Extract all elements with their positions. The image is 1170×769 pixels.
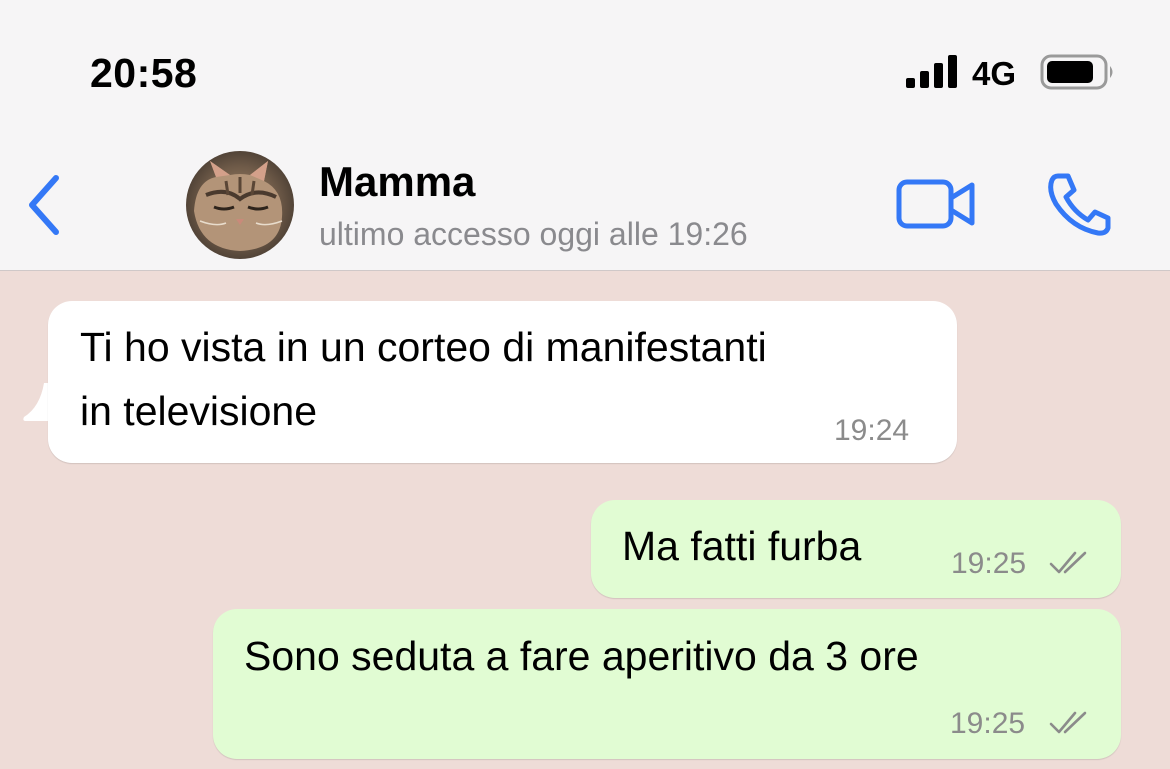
message-timestamp: 19:25 <box>950 707 1026 740</box>
video-camera-icon[interactable] <box>896 176 978 232</box>
status-bar: 20:58 4G <box>0 0 1170 140</box>
battery-icon <box>1040 54 1113 90</box>
cat-avatar-image <box>186 151 294 259</box>
double-check-icon <box>1049 551 1087 574</box>
contact-name[interactable]: Mamma <box>319 158 475 206</box>
network-type: 4G <box>972 55 1017 92</box>
message-bubble-outgoing[interactable]: Ma fatti furba 19:25 <box>591 500 1121 598</box>
chat-messages-area[interactable]: Ti ho vista in un corteo di manifestanti… <box>0 271 1170 769</box>
message-text-line: Sono seduta a fare aperitivo da 3 ore <box>244 633 919 679</box>
chevron-left-icon[interactable] <box>20 170 70 240</box>
message-text-line: in televisione <box>80 388 318 434</box>
double-check-icon <box>1049 711 1087 734</box>
status-time: 20:58 <box>90 50 198 96</box>
message-text-line: Ti ho vista in un corteo di manifestanti <box>80 324 767 370</box>
message-timestamp: 19:25 <box>951 547 1027 580</box>
chat-header: Mamma ultimo accesso oggi alle 19:26 <box>0 140 1170 271</box>
message-bubble-outgoing[interactable]: Sono seduta a fare aperitivo da 3 ore 19… <box>213 609 1121 759</box>
avatar[interactable] <box>186 151 294 259</box>
message-bubble-incoming[interactable]: Ti ho vista in un corteo di manifestanti… <box>48 301 957 463</box>
phone-icon[interactable] <box>1044 170 1114 236</box>
cellular-signal-icon <box>906 55 957 88</box>
message-text-line: Ma fatti furba <box>622 523 862 569</box>
message-timestamp: 19:24 <box>834 414 910 447</box>
last-seen-status: ultimo accesso oggi alle 19:26 <box>319 216 748 252</box>
